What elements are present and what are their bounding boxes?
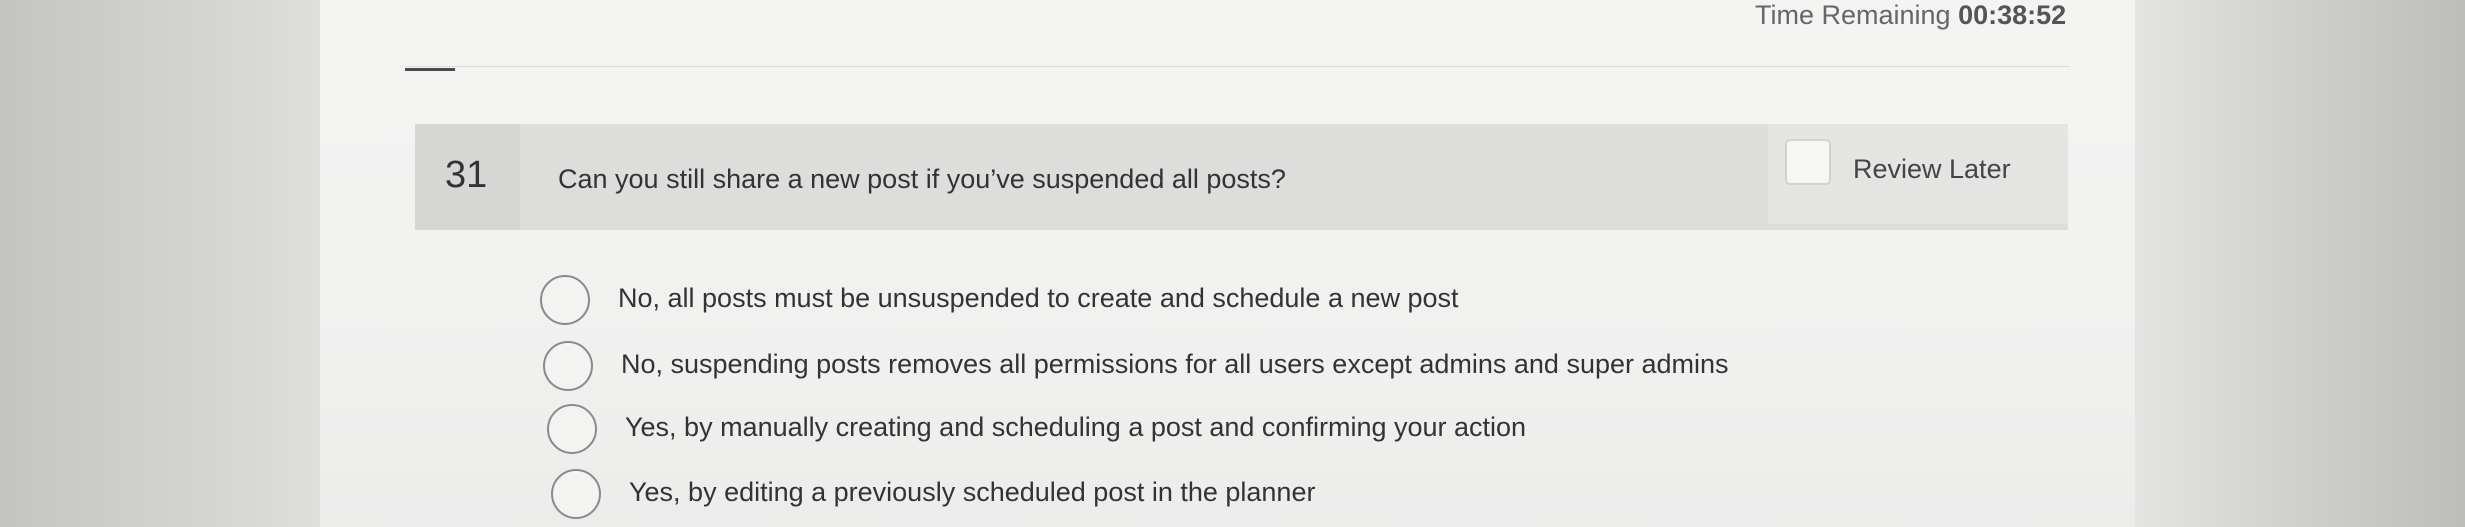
answer-option-label[interactable]: Yes, by manually creating and scheduling… (625, 412, 1526, 443)
time-remaining-label: Time Remaining (1755, 0, 1951, 30)
answer-option-label[interactable]: No, all posts must be unsuspended to cre… (618, 283, 1459, 314)
review-later-toggle[interactable]: Review Later (1768, 124, 2068, 224)
radio-button[interactable] (543, 341, 593, 391)
radio-button[interactable] (551, 469, 601, 519)
header-divider (405, 66, 2070, 67)
question-number-box: 31 (415, 124, 520, 230)
question-text: Can you still share a new post if you’ve… (558, 164, 1286, 194)
review-later-label[interactable]: Review Later (1853, 154, 2011, 185)
quiz-page (320, 0, 2135, 527)
review-later-checkbox[interactable] (1785, 139, 1831, 185)
question-header: 31 Can you still share a new post if you… (415, 124, 2068, 230)
question-number: 31 (445, 154, 488, 196)
answer-option-label[interactable]: Yes, by editing a previously scheduled p… (629, 477, 1315, 508)
background-left (0, 0, 320, 527)
radio-button[interactable] (540, 275, 590, 325)
section-dash (405, 68, 455, 71)
background-right (2135, 0, 2465, 527)
radio-button[interactable] (547, 404, 597, 454)
answer-option-label[interactable]: No, suspending posts removes all permiss… (621, 349, 1729, 380)
time-remaining-value: 00:38:52 (1958, 0, 2067, 30)
time-remaining: Time Remaining 00:38:52 (1755, 0, 2066, 31)
